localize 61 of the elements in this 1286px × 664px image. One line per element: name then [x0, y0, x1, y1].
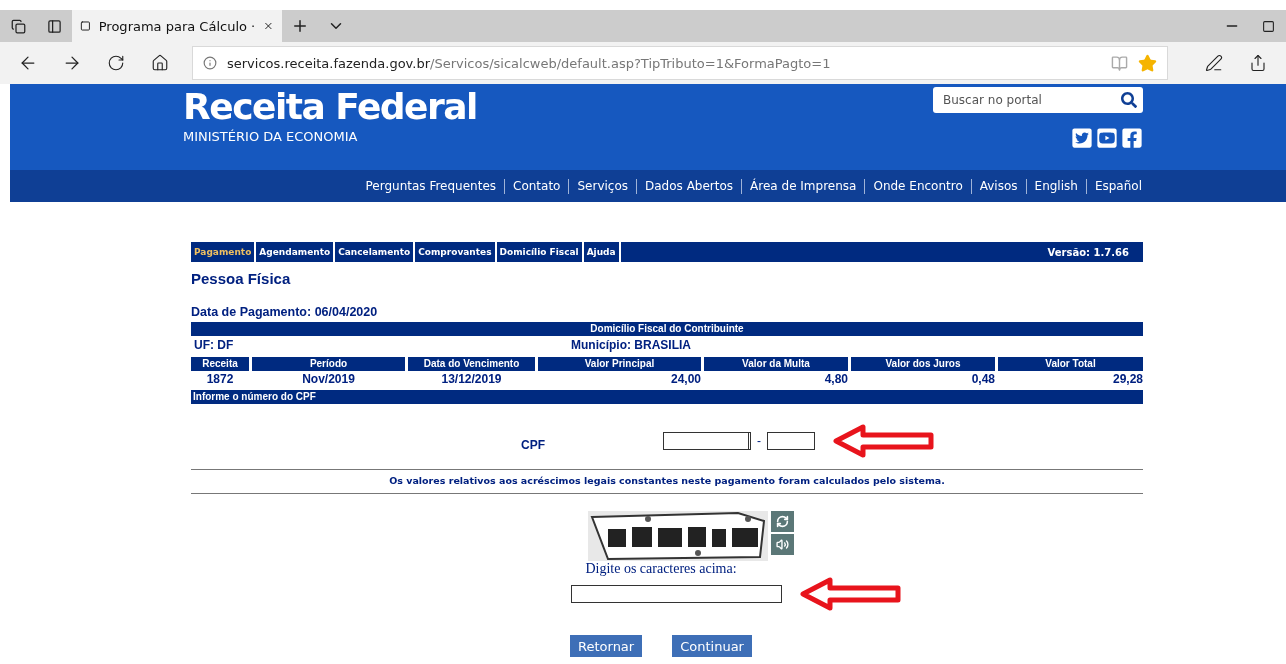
nav-link[interactable]: Contato [505, 179, 569, 193]
star-icon[interactable] [1138, 53, 1157, 73]
nav-link[interactable]: Dados Abertos [637, 179, 742, 193]
menu-tab[interactable]: Comprovantes [415, 242, 497, 262]
browser-tab[interactable]: Programa para Cálculo · [72, 10, 282, 42]
nav-link[interactable]: Avisos [971, 179, 1026, 193]
version-label: Versão: 1.7.66 [1047, 246, 1129, 258]
cpf-field[interactable] [663, 432, 751, 450]
menu-tab[interactable]: Cancelamento [335, 242, 416, 262]
nav-link[interactable]: Área de Imprensa [742, 179, 865, 193]
search-box[interactable]: Buscar no portal [933, 87, 1143, 113]
play-icon[interactable] [1096, 127, 1118, 149]
address-field[interactable]: servicos.receita.fazenda.gov.br/Servicos/sicalcweb/default.asp?TipTributo=1&FormaPagto=1 [192, 46, 1168, 80]
captcha-label: Digite os caracteres acima: [584, 561, 738, 577]
table-cell-text: 4,80 [823, 371, 848, 388]
column-header: Período [252, 357, 405, 371]
column-header: Valor Total [998, 357, 1143, 371]
municipio-label: Município: BRASILIA [570, 337, 692, 352]
page-icon [80, 18, 91, 34]
action-button[interactable]: Continuar [672, 635, 752, 657]
nav-link[interactable]: Serviços [569, 179, 636, 193]
nav-link[interactable]: Onde Encontro [865, 179, 971, 193]
menu-tab[interactable]: Ajuda [583, 242, 621, 262]
page-title: Pessoa Física [191, 270, 292, 287]
action-button[interactable]: Retornar [570, 635, 643, 657]
table-cell-text: 13/12/2019 [440, 371, 503, 388]
note-text: Os valores relativos aos acréscimos legais constantes neste pagamento foram calculados pelo sistema. [191, 469, 1143, 494]
payment-date: Data de Pagamento: 06/04/2020 [191, 305, 379, 319]
refresh-button[interactable] [771, 511, 794, 532]
column-header: Valor dos Juros [851, 357, 995, 371]
nav-link[interactable]: English [1026, 179, 1086, 193]
nav-link[interactable]: Español [1086, 179, 1150, 193]
letter-f-icon[interactable] [1121, 127, 1143, 149]
site-title: Receita Federal [183, 86, 477, 127]
menu-tab[interactable]: Agendamento [256, 242, 336, 262]
menu-tab[interactable]: Pagamento [191, 242, 257, 262]
nav-link[interactable]: Perguntas Frequentes [357, 179, 504, 193]
cpf-digit-field[interactable] [767, 432, 815, 450]
menu-tab[interactable]: Domicílio Fiscal [496, 242, 584, 262]
column-header: Data do Vencimento [408, 357, 535, 371]
table-cell-text: 1872 [205, 371, 235, 388]
section-heading: Informe o número do CPF [191, 390, 1143, 404]
column-header: Receita [191, 357, 249, 371]
table-cell-text: 29,28 [1111, 371, 1143, 388]
uf-label: UF: DF [193, 337, 235, 352]
refresh-icon [776, 515, 789, 528]
column-header: Valor Principal [538, 357, 701, 371]
audio-button[interactable] [771, 534, 794, 555]
table-cell-text: Nov/2019 [301, 371, 356, 388]
separator-dash: - [757, 434, 761, 448]
section-heading: Domicílio Fiscal do Contribuinte [191, 322, 1143, 336]
column-header: Valor da Multa [704, 357, 848, 371]
cpf-label: CPF [521, 438, 545, 452]
bird-icon[interactable] [1071, 127, 1093, 149]
speaker-icon [776, 538, 789, 551]
info-icon [203, 56, 217, 70]
table-cell-text: 24,00 [669, 371, 701, 388]
captcha-field[interactable] [571, 585, 782, 603]
table-cell-text: 0,48 [970, 371, 995, 388]
search-icon[interactable] [1121, 92, 1137, 108]
site-subtitle: MINISTÉRIO DA ECONOMIA [183, 129, 359, 144]
